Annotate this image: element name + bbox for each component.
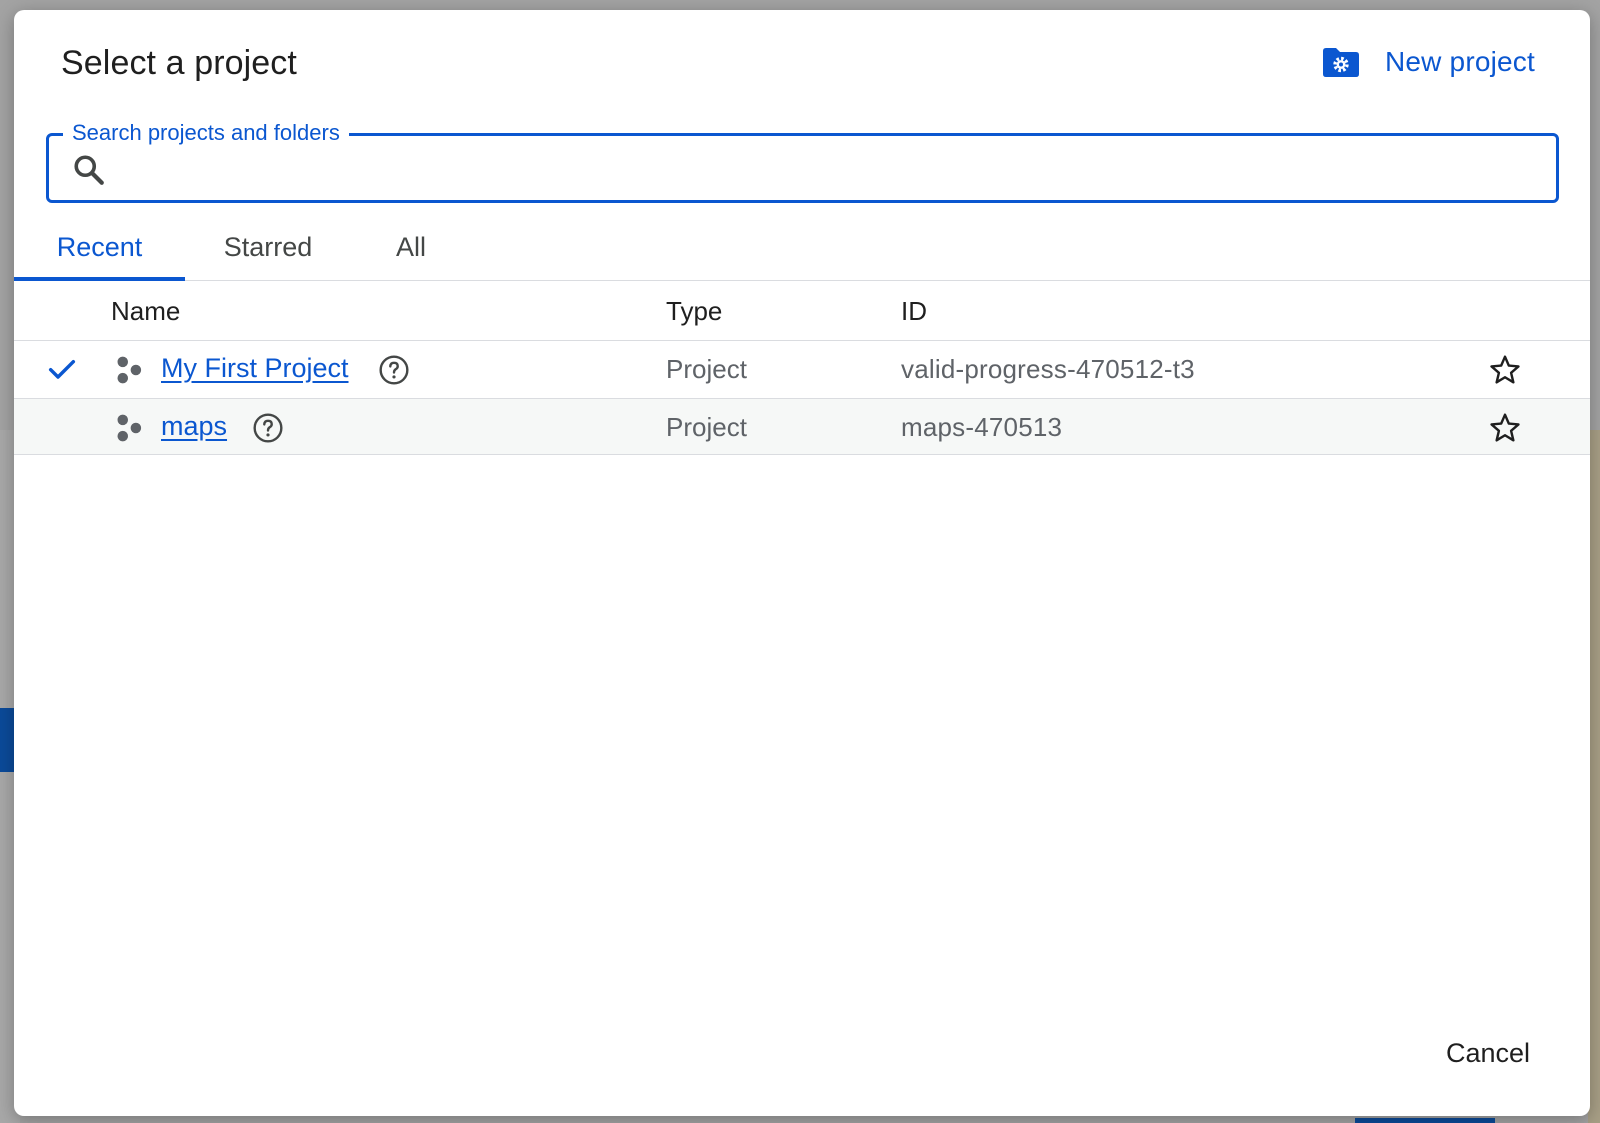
- background-right-bar: [1355, 1118, 1495, 1123]
- column-header-id: ID: [901, 296, 927, 326]
- column-header-type: Type: [666, 296, 723, 326]
- folder-settings-icon: [1322, 48, 1359, 77]
- tab-starred[interactable]: Starred: [197, 215, 339, 279]
- project-id: maps-470513: [901, 412, 1063, 442]
- table-row[interactable]: maps Project maps-470513: [14, 399, 1590, 455]
- star-outline-icon[interactable]: [1488, 411, 1522, 445]
- column-header-name: Name: [111, 296, 181, 326]
- project-id: valid-progress-470512-t3: [901, 354, 1195, 384]
- project-icon: [117, 414, 142, 442]
- new-project-label: New project: [1384, 46, 1535, 77]
- project-type: Project: [666, 354, 747, 384]
- help-icon[interactable]: [378, 354, 410, 386]
- project-name-link[interactable]: maps: [161, 411, 227, 442]
- table-row[interactable]: My First Project Project valid-progress-…: [14, 341, 1590, 399]
- tab-recent[interactable]: Recent: [14, 215, 185, 281]
- select-project-dialog: Select a project New project Search proj…: [14, 10, 1590, 1116]
- tab-all[interactable]: All: [372, 215, 450, 279]
- project-type: Project: [666, 412, 747, 442]
- search-input[interactable]: [123, 146, 1523, 190]
- project-icon: [117, 356, 142, 384]
- cancel-button[interactable]: Cancel: [1438, 1030, 1538, 1076]
- check-icon: [48, 359, 76, 379]
- projects-table: Name Type ID My First Project Project va…: [14, 281, 1590, 455]
- background-left-button: [0, 708, 14, 772]
- star-outline-icon[interactable]: [1488, 353, 1522, 387]
- dialog-title: Select a project: [61, 44, 297, 82]
- help-icon[interactable]: [252, 412, 284, 444]
- search-field[interactable]: Search projects and folders: [46, 119, 1559, 203]
- new-project-button[interactable]: New project: [1321, 40, 1535, 84]
- project-name-link[interactable]: My First Project: [161, 353, 349, 384]
- search-label: Search projects and folders: [63, 119, 349, 147]
- search-icon: [74, 155, 104, 185]
- table-header: Name Type ID: [14, 281, 1590, 341]
- project-tabs: Recent Starred All: [14, 215, 1590, 281]
